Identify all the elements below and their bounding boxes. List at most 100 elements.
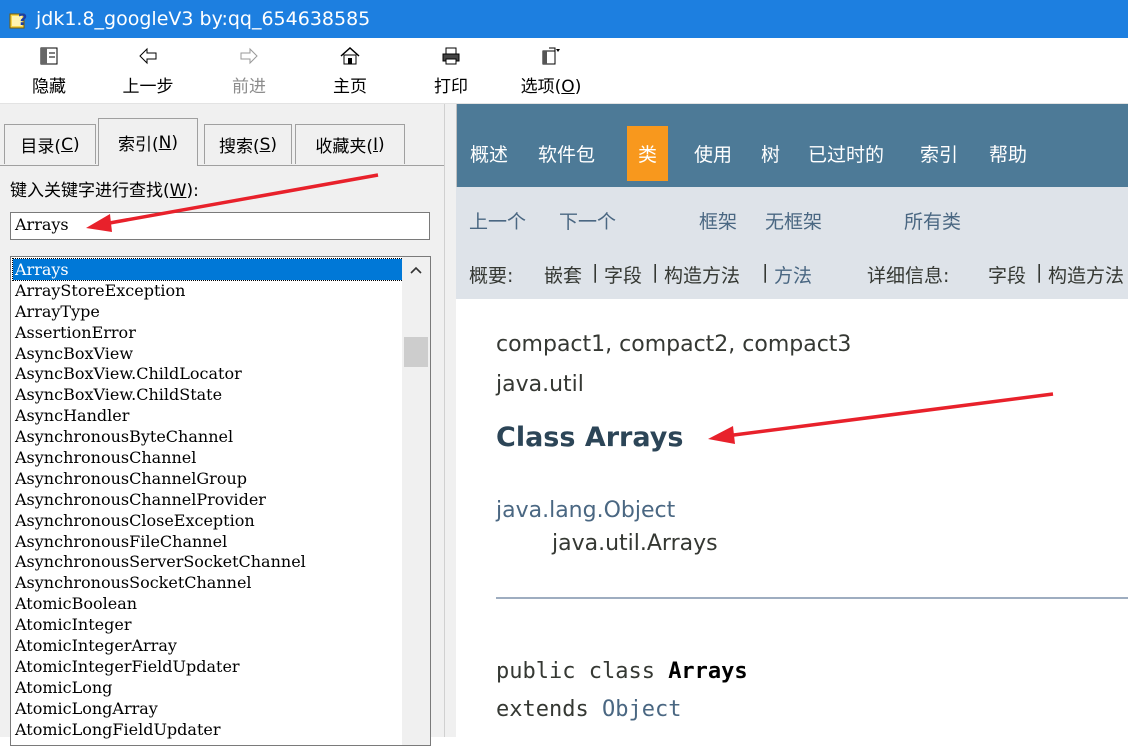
nav-overview[interactable]: 概述 (470, 140, 508, 167)
forward-button[interactable]: 前进 (204, 41, 294, 101)
index-list-item[interactable]: AsynchronousFileChannel (13, 531, 403, 552)
tab-contents-suffix: ) (72, 134, 80, 155)
class-fqn: java.util.Arrays (552, 531, 718, 556)
index-list-scrollbar[interactable] (402, 257, 430, 745)
nav-deprecated[interactable]: 已过时的 (808, 140, 884, 167)
index-list-item[interactable]: AsynchronousChannelProvider (13, 489, 403, 510)
hide-label: 隐藏 (32, 77, 66, 97)
tab-search[interactable]: 搜索(S) (204, 124, 292, 164)
all-classes-link[interactable]: 所有类 (904, 207, 961, 234)
index-list-item[interactable]: AtomicLong (13, 677, 403, 698)
index-list-item[interactable]: AsyncBoxView.ChildState (13, 384, 403, 405)
window-title: jdk1.8_googleV3 by:qq_654638585 (36, 8, 371, 30)
options-label-prefix: 选项( (520, 77, 562, 97)
tab-favorites-label: 收藏夹( (315, 137, 373, 157)
keyword-label: 键入关键字进行查找(W): (10, 176, 199, 201)
compact-profiles: compact1, compact2, compact3 (496, 332, 852, 357)
index-list-item[interactable]: AssertionError (13, 322, 403, 343)
keyword-input[interactable]: Arrays (10, 212, 430, 240)
home-icon (340, 46, 360, 65)
hide-button[interactable]: 隐藏 (4, 41, 94, 101)
index-list-item[interactable]: AsynchronousByteChannel (13, 426, 403, 447)
toolbar: 隐藏 上一步 前进 主页 打印 选项(O) (0, 38, 1128, 104)
decl-class-name: Arrays (668, 659, 748, 684)
separator: | (592, 261, 599, 283)
class-title: Class Arrays (496, 422, 684, 453)
javadoc-top-nav: 概述 软件包 类 使用 树 已过时的 索引 帮助 (456, 104, 1128, 187)
no-frames-link[interactable]: 无框架 (765, 207, 822, 234)
index-list-item[interactable]: AtomicInteger (13, 614, 403, 635)
print-label: 打印 (434, 77, 468, 97)
tab-contents[interactable]: 目录(C) (4, 124, 96, 164)
tab-favorites-suffix: ) (378, 134, 385, 155)
index-list-item[interactable]: AtomicLongFieldUpdater (13, 719, 403, 740)
frames-link[interactable]: 框架 (699, 207, 737, 234)
object-link[interactable]: Object (602, 697, 681, 722)
options-button[interactable]: 选项(O) (506, 41, 596, 101)
tab-index-label: 索引( (118, 135, 159, 155)
index-list-item[interactable]: AsyncBoxView.ChildLocator (13, 363, 403, 384)
nav-package[interactable]: 软件包 (538, 140, 595, 167)
tab-contents-label: 目录( (20, 137, 62, 157)
index-list-item[interactable]: AsynchronousCloseException (13, 510, 403, 531)
decl-modifiers: public class (496, 659, 669, 684)
summary-method-link[interactable]: 方法 (774, 261, 812, 288)
package-name: java.util (496, 372, 584, 397)
content-pane: 概述 软件包 类 使用 树 已过时的 索引 帮助 上一个 下一个 框架 无框架 … (456, 104, 1128, 737)
extends-declaration: extends Object (496, 697, 681, 722)
index-list-item[interactable]: ArrayType (13, 301, 403, 322)
home-label: 主页 (333, 77, 367, 97)
index-list-item[interactable]: ArrayStoreException (13, 280, 403, 301)
forward-arrow-icon (240, 47, 258, 65)
print-button[interactable]: 打印 (406, 41, 496, 101)
keyword-label-prefix: 键入关键字进行查找( (10, 181, 170, 201)
index-list-item[interactable]: Arrays (12, 258, 404, 281)
tab-divider (0, 165, 446, 166)
summary-nested: 嵌套 (544, 265, 583, 287)
nav-use[interactable]: 使用 (694, 140, 732, 167)
index-list-item[interactable]: AsyncHandler (13, 405, 403, 426)
help-app-icon: ? (9, 10, 27, 29)
summary-label: 概要: (469, 265, 514, 287)
back-arrow-icon (139, 47, 157, 65)
index-list-item[interactable]: AtomicBoolean (13, 593, 403, 614)
index-list-item[interactable]: AsynchronousServerSocketChannel (13, 551, 403, 572)
options-accesskey: O (561, 77, 575, 97)
summary-field: 字段 (604, 265, 643, 287)
index-list-item[interactable]: AsynchronousChannelGroup (13, 468, 403, 489)
nav-tabs: 目录(C) 索引(N) 搜索(S) 收藏夹(I) (0, 116, 449, 166)
keyword-label-key: W (169, 181, 187, 201)
nav-help[interactable]: 帮助 (989, 140, 1027, 167)
nav-tree[interactable]: 树 (761, 140, 780, 167)
tab-index-suffix: ) (171, 132, 178, 153)
tab-index[interactable]: 索引(N) (98, 118, 198, 166)
home-button[interactable]: 主页 (305, 41, 395, 101)
index-list-item[interactable]: AsynchronousChannel (13, 447, 403, 468)
prev-class-link[interactable]: 上一个 (469, 207, 526, 234)
class-declaration: public class Arrays (496, 659, 748, 684)
nav-index[interactable]: 索引 (920, 140, 958, 167)
index-list-item[interactable]: AtomicLongArray (13, 698, 403, 719)
index-list-item[interactable]: AtomicIntegerArray (13, 635, 403, 656)
pane-splitter[interactable] (444, 104, 456, 737)
scroll-thumb[interactable] (404, 337, 428, 367)
index-list-item[interactable]: AsyncBoxView (13, 343, 403, 364)
index-list-item[interactable]: AsynchronousSocketChannel (13, 572, 403, 593)
nav-class[interactable]: 类 (627, 126, 669, 181)
detail-label: 详细信息: (867, 265, 950, 287)
options-label-suffix: ) (574, 77, 582, 97)
hide-pane-icon (40, 47, 58, 65)
options-icon (542, 47, 560, 65)
back-button[interactable]: 上一步 (103, 41, 193, 101)
back-label: 上一步 (122, 77, 174, 97)
index-list[interactable]: Arrays ArrayStoreException ArrayType Assert… (10, 256, 431, 746)
index-list-item[interactable]: AtomicIntegerFieldUpdater (13, 656, 403, 677)
tab-favorites[interactable]: 收藏夹(I) (295, 124, 405, 164)
superclass-link[interactable]: java.lang.Object (496, 498, 675, 523)
separator: | (1036, 261, 1043, 283)
next-class-link[interactable]: 下一个 (559, 207, 616, 234)
tab-search-key: S (259, 134, 271, 155)
navigation-pane: 目录(C) 索引(N) 搜索(S) 收藏夹(I) 键入关键字进行查找(W): A… (0, 104, 449, 746)
separator: | (652, 261, 659, 283)
scroll-up-button[interactable] (402, 257, 430, 283)
